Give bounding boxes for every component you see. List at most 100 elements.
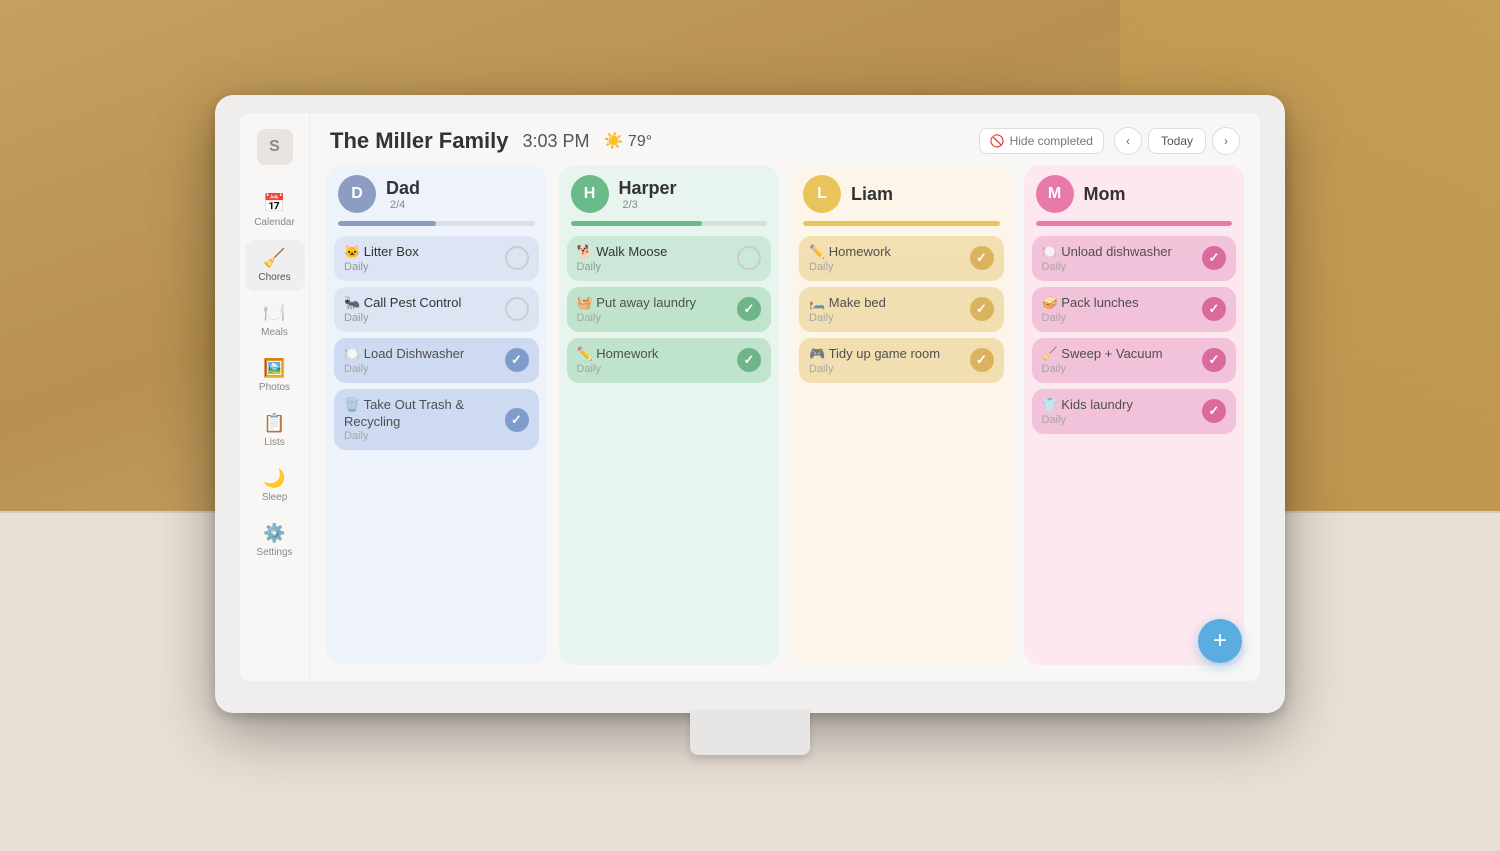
person-header-mom: M Mom <box>1024 165 1245 221</box>
person-name-harper: Harper <box>619 178 677 199</box>
task-info-liam-0: ✏️ Homework Daily <box>809 244 962 273</box>
task-card-dad-1: 🐜 Call Pest Control Daily <box>334 287 539 332</box>
person-name-mom: Mom <box>1084 184 1126 205</box>
sidebar-item-sleep[interactable]: 🌙 Sleep <box>245 460 305 511</box>
person-name-dad: Dad <box>386 178 420 199</box>
task-freq-dad-1: Daily <box>344 312 497 324</box>
task-freq-harper-2: Daily <box>577 363 730 375</box>
task-check-dad-0[interactable] <box>505 246 529 270</box>
task-check-mom-2[interactable] <box>1202 348 1226 372</box>
task-name-mom-1: 🥪 Pack lunches <box>1042 295 1195 312</box>
task-check-liam-1[interactable] <box>970 297 994 321</box>
task-info-harper-2: ✏️ Homework Daily <box>577 346 730 375</box>
task-check-harper-0[interactable] <box>737 246 761 270</box>
sidebar-item-calendar[interactable]: 📅 Calendar <box>245 185 305 236</box>
task-freq-liam-2: Daily <box>809 363 962 375</box>
weather-display: ☀️ 79° <box>604 131 653 151</box>
task-freq-mom-3: Daily <box>1042 414 1195 426</box>
calendar-icon: 📅 <box>263 193 285 214</box>
date-navigation: ‹ Today › <box>1114 127 1240 155</box>
person-column-dad: D Dad 2/4 🐱 Litter Box Daily 🐜 Call Pest… <box>326 165 547 665</box>
task-check-liam-2[interactable] <box>970 348 994 372</box>
tasks-mom: 🍽️ Unload dishwasher Daily 🥪 Pack lunche… <box>1024 236 1245 665</box>
task-info-dad-0: 🐱 Litter Box Daily <box>344 244 497 273</box>
sidebar-item-settings[interactable]: ⚙️ Settings <box>245 515 305 566</box>
task-info-liam-2: 🎮 Tidy up game room Daily <box>809 346 962 375</box>
task-check-liam-0[interactable] <box>970 246 994 270</box>
task-freq-harper-1: Daily <box>577 312 730 324</box>
sidebar-label-sleep: Sleep <box>262 492 288 503</box>
sidebar-label-lists: Lists <box>264 437 285 448</box>
sidebar-label-meals: Meals <box>261 327 288 338</box>
task-card-harper-2: ✏️ Homework Daily <box>567 338 772 383</box>
task-freq-harper-0: Daily <box>577 261 730 273</box>
task-check-dad-2[interactable] <box>505 348 529 372</box>
avatar-harper: H <box>571 175 609 213</box>
sidebar-label-photos: Photos <box>259 382 290 393</box>
person-header-liam: L Liam <box>791 165 1012 221</box>
task-check-dad-3[interactable] <box>505 408 529 432</box>
task-name-harper-2: ✏️ Homework <box>577 346 730 363</box>
task-card-liam-1: 🛏️ Make bed Daily <box>799 287 1004 332</box>
sidebar-item-photos[interactable]: 🖼️ Photos <box>245 350 305 401</box>
sidebar: S 📅 Calendar 🧹 Chores 🍽️ Meals 🖼️ Photos… <box>240 113 310 681</box>
task-check-dad-1[interactable] <box>505 297 529 321</box>
task-check-mom-0[interactable] <box>1202 246 1226 270</box>
task-freq-dad-3: Daily <box>344 430 497 442</box>
tasks-harper: 🐕 Walk Moose Daily 🧺 Put away laundry Da… <box>559 236 780 665</box>
task-name-harper-1: 🧺 Put away laundry <box>577 295 730 312</box>
lists-icon: 📋 <box>263 413 285 434</box>
today-button[interactable]: Today <box>1148 128 1206 154</box>
task-card-dad-0: 🐱 Litter Box Daily <box>334 236 539 281</box>
task-freq-dad-2: Daily <box>344 363 497 375</box>
sidebar-item-lists[interactable]: 📋 Lists <box>245 405 305 456</box>
task-card-mom-2: 🧹 Sweep + Vacuum Daily <box>1032 338 1237 383</box>
task-check-mom-3[interactable] <box>1202 399 1226 423</box>
progress-bar-mom <box>1036 221 1233 226</box>
person-name-liam: Liam <box>851 184 893 205</box>
task-freq-liam-1: Daily <box>809 312 962 324</box>
prev-day-button[interactable]: ‹ <box>1114 127 1142 155</box>
add-chore-button[interactable]: + <box>1198 619 1242 663</box>
task-card-mom-3: 👕 Kids laundry Daily <box>1032 389 1237 434</box>
task-check-harper-2[interactable] <box>737 348 761 372</box>
next-day-button[interactable]: › <box>1212 127 1240 155</box>
main-content: The Miller Family 3:03 PM ☀️ 79° 🚫 Hide … <box>310 113 1260 681</box>
task-check-mom-1[interactable] <box>1202 297 1226 321</box>
person-column-liam: L Liam ✏️ Homework Daily 🛏️ Make bed Dai… <box>791 165 1012 665</box>
progress-text-dad: 2/4 <box>390 199 420 211</box>
task-freq-dad-0: Daily <box>344 261 497 273</box>
avatar-dad: D <box>338 175 376 213</box>
task-freq-mom-2: Daily <box>1042 363 1195 375</box>
task-freq-liam-0: Daily <box>809 261 962 273</box>
device-frame: S 📅 Calendar 🧹 Chores 🍽️ Meals 🖼️ Photos… <box>215 95 1285 713</box>
task-name-dad-0: 🐱 Litter Box <box>344 244 497 261</box>
task-info-dad-3: 🗑️ Take Out Trash & Recycling Daily <box>344 397 497 443</box>
sidebar-label-calendar: Calendar <box>254 217 295 228</box>
app-logo: S <box>257 129 293 165</box>
task-name-mom-3: 👕 Kids laundry <box>1042 397 1195 414</box>
person-column-harper: H Harper 2/3 🐕 Walk Moose Daily 🧺 Put aw… <box>559 165 780 665</box>
task-card-dad-2: 🍽️ Load Dishwasher Daily <box>334 338 539 383</box>
task-info-harper-1: 🧺 Put away laundry Daily <box>577 295 730 324</box>
settings-icon: ⚙️ <box>263 523 285 544</box>
task-card-harper-1: 🧺 Put away laundry Daily <box>567 287 772 332</box>
sidebar-label-chores: Chores <box>258 272 290 283</box>
meals-icon: 🍽️ <box>263 303 285 324</box>
sidebar-label-settings: Settings <box>256 547 292 558</box>
task-info-mom-0: 🍽️ Unload dishwasher Daily <box>1042 244 1195 273</box>
task-freq-mom-0: Daily <box>1042 261 1195 273</box>
progress-text-harper: 2/3 <box>623 199 677 211</box>
task-name-dad-3: 🗑️ Take Out Trash & Recycling <box>344 397 497 431</box>
task-info-mom-2: 🧹 Sweep + Vacuum Daily <box>1042 346 1195 375</box>
sidebar-item-meals[interactable]: 🍽️ Meals <box>245 295 305 346</box>
sidebar-item-chores[interactable]: 🧹 Chores <box>245 240 305 291</box>
task-freq-mom-1: Daily <box>1042 312 1195 324</box>
hide-completed-button[interactable]: 🚫 Hide completed <box>979 128 1104 154</box>
progress-fill-dad <box>338 221 436 226</box>
task-check-harper-1[interactable] <box>737 297 761 321</box>
task-name-liam-2: 🎮 Tidy up game room <box>809 346 962 363</box>
task-name-liam-1: 🛏️ Make bed <box>809 295 962 312</box>
eye-slash-icon: 🚫 <box>990 134 1005 148</box>
screen: S 📅 Calendar 🧹 Chores 🍽️ Meals 🖼️ Photos… <box>240 113 1260 681</box>
